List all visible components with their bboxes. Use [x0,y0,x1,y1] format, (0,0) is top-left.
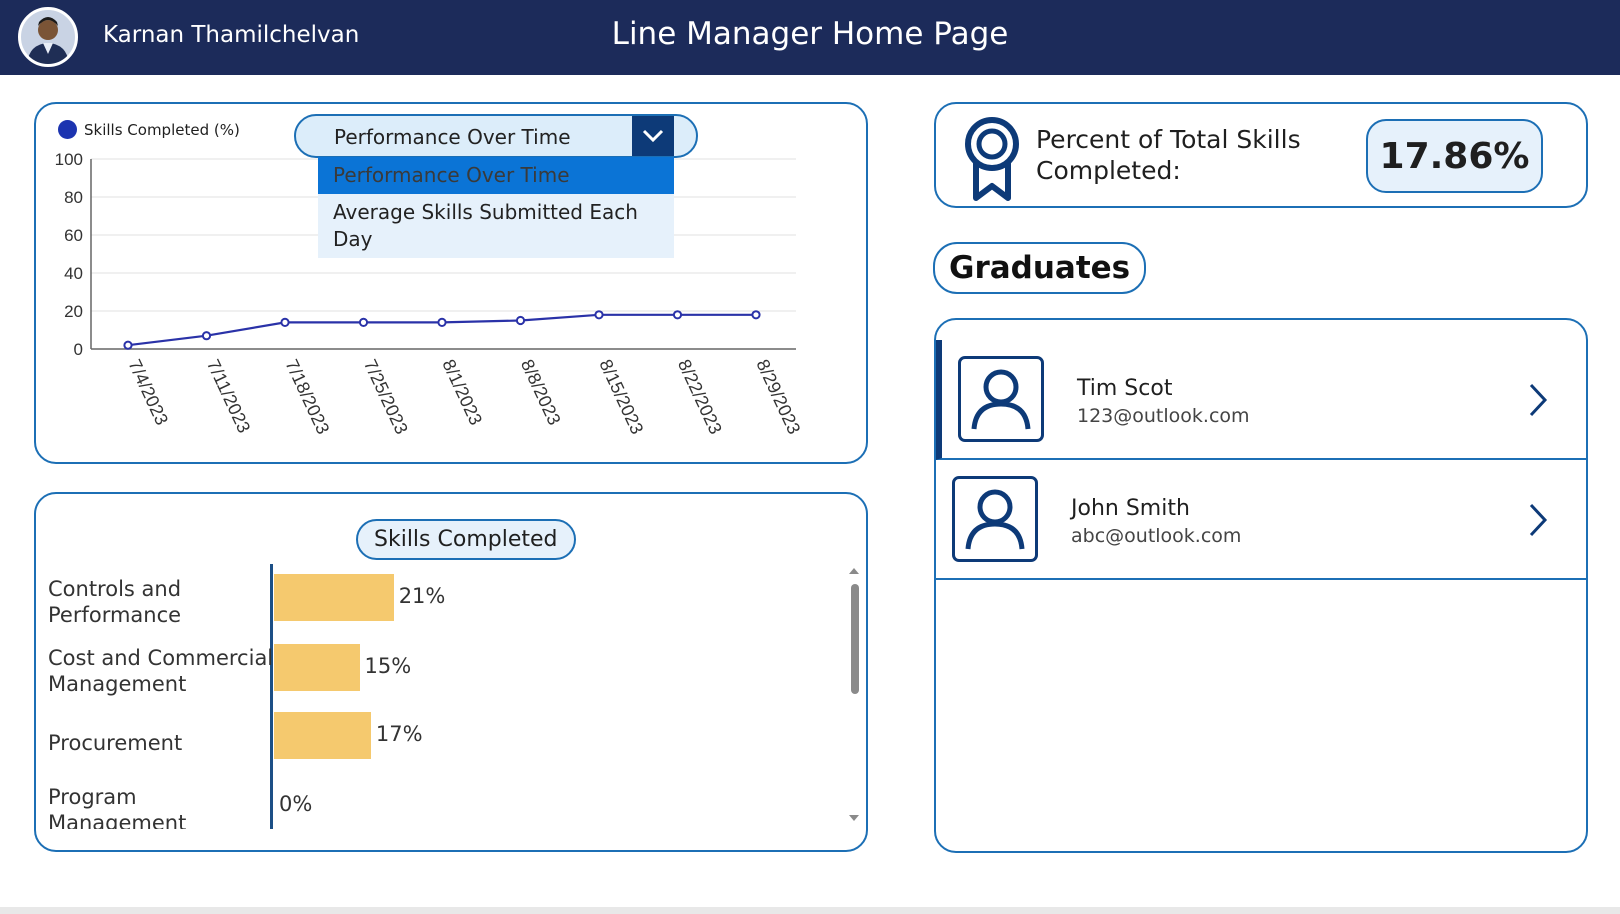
y-tick-label: 40 [64,264,83,283]
performance-chart-card: Skills Completed (%) 0 20 40 60 80 100 7/4/202… [34,102,868,464]
graduate-row[interactable]: John Smith abc@outlook.com [936,460,1586,580]
graduates-list: Tim Scot 123@outlook.com John Smith abc@… [934,318,1588,853]
data-point [201,331,212,341]
graduates-heading: Graduates [933,242,1147,294]
bar-category-label: Controls and Performance [48,577,182,627]
y-tick-label: 100 [55,150,83,169]
data-point [358,317,369,327]
x-tick-label: 7/11/2023 [203,356,254,436]
bottom-strip [0,907,1620,914]
y-tick-label: 0 [74,340,83,359]
person-icon [952,476,1038,562]
data-point [751,310,761,320]
bar-category-label: Procurement [48,731,183,755]
percent-label: Percent of Total Skills Completed: [1036,124,1301,186]
x-tick-label: 8/29/2023 [752,356,804,437]
skills-bar-chart: Controls and Performance 21% Cost and Comme… [36,494,866,829]
dropdown-option-average-skills[interactable]: Average Skills Submitted Each Day [318,194,674,258]
scroll-up-arrow-icon[interactable] [849,568,859,574]
bar-category-label: Cost and Commercial Management [48,646,274,696]
percent-value: 17.86% [1366,119,1543,193]
x-tick-label: 7/18/2023 [281,356,333,437]
bar [274,574,394,621]
bar-value-label: 21% [398,584,446,608]
page-title: Line Manager Home Page [611,16,1009,52]
x-tick-label: 8/1/2023 [438,356,486,428]
x-tick-label: 7/4/2023 [124,356,172,428]
graduate-email: 123@outlook.com [1077,405,1250,427]
data-point [280,317,290,327]
chevron-right-icon[interactable] [1528,382,1548,418]
percent-label-line1: Percent of Total Skills [1036,125,1301,154]
x-tick-label: 7/25/2023 [360,356,412,437]
y-tick-label: 60 [64,226,83,245]
graduate-name: Tim Scot [1077,376,1173,401]
graduate-email: abc@outlook.com [1071,525,1242,547]
graduate-name: John Smith [1071,496,1190,521]
x-tick-label: 8/8/2023 [517,356,565,428]
y-tick-label: 80 [64,188,83,207]
dropdown-toggle-button[interactable] [632,116,674,156]
app-header: Karnan Thamilchelvan Line Manager Home P… [0,0,1620,75]
bar [274,644,360,691]
data-point [515,315,526,326]
percent-completed-card: Percent of Total Skills Completed: 17.86… [934,102,1588,208]
chevron-right-icon[interactable] [1528,502,1548,538]
bar-category-label: Program Management [48,785,187,829]
chevron-down-icon [642,129,664,143]
dropdown-options-list: Performance Over Time Average Skills Sub… [318,157,674,258]
y-tick-label: 20 [64,302,83,321]
graduate-row[interactable]: Tim Scot 123@outlook.com [936,340,1586,460]
chart-type-dropdown[interactable]: Performance Over Time [294,114,698,158]
bar-value-label: 0% [279,792,313,816]
bar [274,712,371,759]
percent-label-line2: Completed: [1036,156,1181,185]
scrollbar-thumb[interactable] [851,584,859,694]
award-ribbon-icon [965,117,1019,201]
data-point [123,340,133,350]
bar-value-label: 17% [375,722,423,746]
x-tick-label: 8/15/2023 [595,356,647,437]
person-icon [958,356,1044,442]
scroll-down-arrow-icon[interactable] [849,815,859,821]
bar-value-label: 15% [364,654,412,678]
data-point [672,310,683,320]
dropdown-value: Performance Over Time [334,125,571,149]
dropdown-option-performance-over-time[interactable]: Performance Over Time [318,157,674,194]
data-point [594,310,604,320]
skills-completed-card: Skills Completed Controls and Performance… [34,492,868,852]
x-tick-label: 8/22/2023 [674,356,726,437]
data-point [437,317,447,327]
